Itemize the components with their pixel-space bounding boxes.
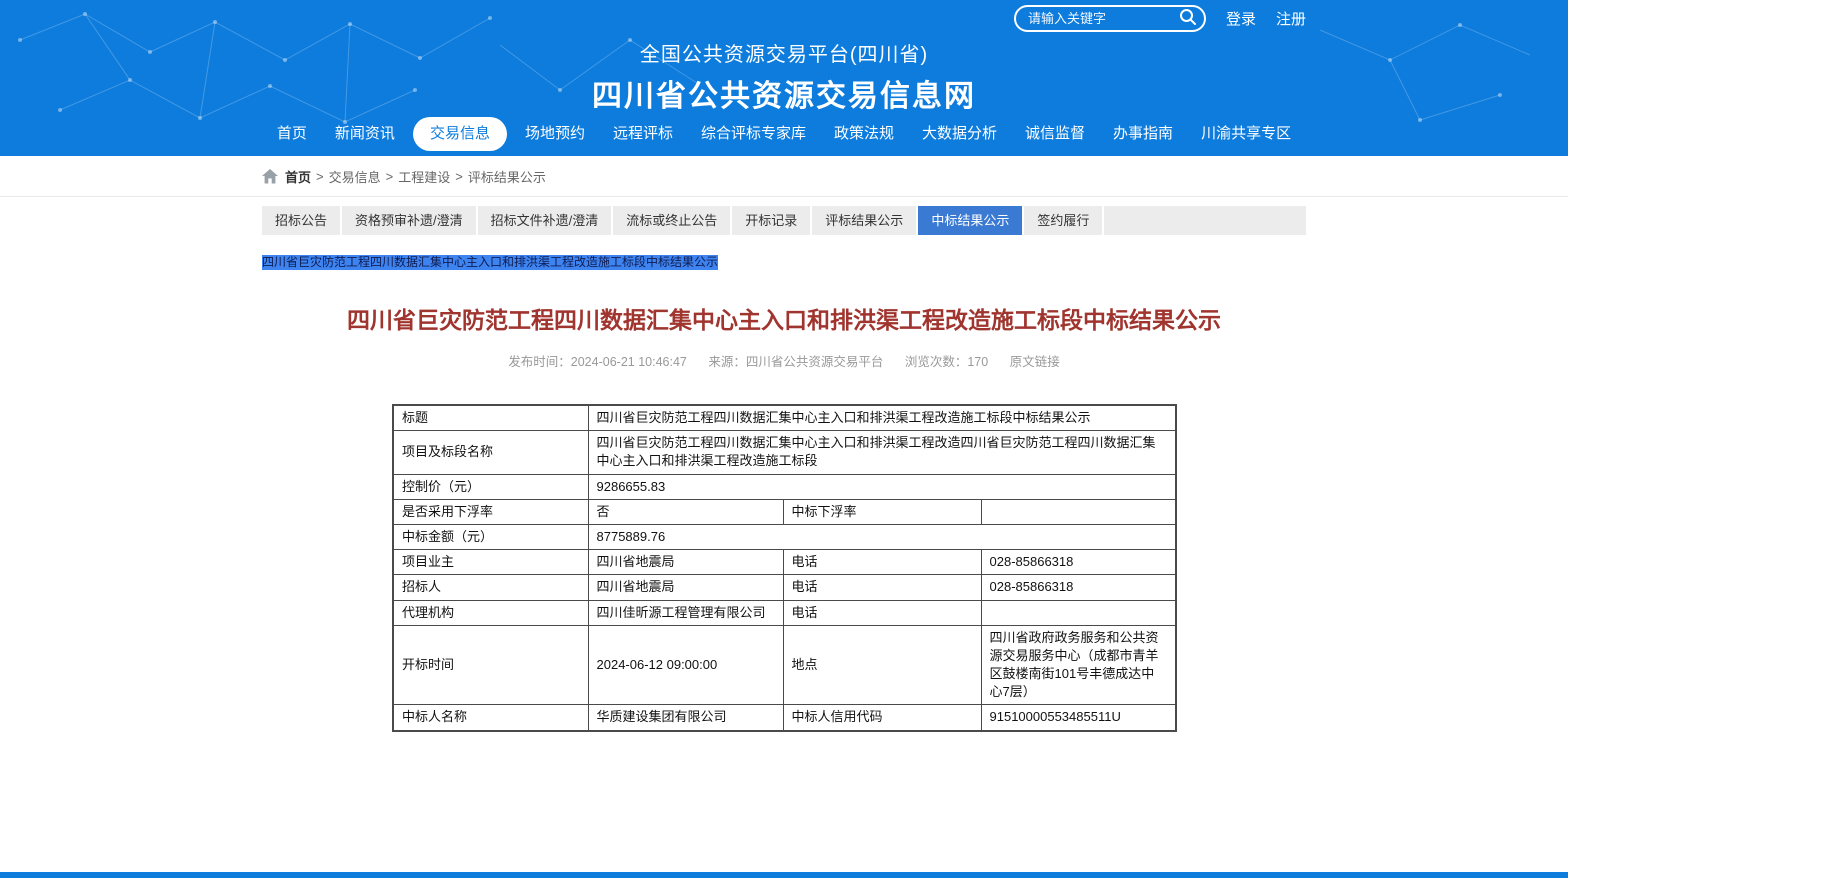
table-label-cell: 中标金额（元） [392, 523, 589, 551]
result-table-body: 标题 四川省巨灾防范工程四川数据汇集中心主入口和排洪渠工程改造施工标段中标结果公示… [392, 404, 1177, 732]
search-box[interactable] [1013, 5, 1206, 32]
table-value-cell [980, 599, 1177, 626]
nav-item[interactable]: 大数据分析 [912, 117, 1007, 151]
tab[interactable]: 评标结果公示 [812, 206, 919, 235]
home-icon [262, 168, 278, 184]
table-value-cell: 91510000553485511U [980, 704, 1177, 732]
breadcrumb-home[interactable]: 首页 [285, 167, 311, 186]
table-value-cell: 028-85866318 [980, 574, 1177, 601]
nav-item[interactable]: 办事指南 [1103, 117, 1183, 151]
viewport: 登录 注册 全国公共资源交易平台(四川省) 四川省公共资源交易信息网 首页新闻资… [0, 0, 1826, 878]
table-value-cell: 否 [587, 498, 784, 525]
table-value-cell: 四川省巨灾防范工程四川数据汇集中心主入口和排洪渠工程改造四川省巨灾防范工程四川数… [587, 430, 1177, 475]
table-row: 开标时间 2024-06-12 09:00:00 地点 四川省政府政务服务和公共资源交… [392, 624, 1177, 706]
header-titles: 全国公共资源交易平台(四川省) 四川省公共资源交易信息网 [0, 0, 1568, 115]
table-row: 是否采用下浮率否中标下浮率 [392, 498, 1177, 525]
search-input[interactable] [1027, 11, 1170, 26]
selected-result-link[interactable]: 四川省巨灾防范工程四川数据汇集中心主入口和排洪渠工程改造施工标段中标结果公示 [262, 255, 719, 270]
original-link[interactable]: 原文链接 [1010, 355, 1060, 369]
header-top-bar: 登录 注册 [1013, 5, 1306, 32]
table-row: 招标人 四川省地震局 电话 028-85866318 [392, 574, 1177, 601]
table-label-cell: 代理机构 [392, 599, 589, 626]
tab[interactable]: 资格预审补遗/澄清 [342, 206, 478, 235]
table-row: 项目及标段名称 四川省巨灾防范工程四川数据汇集中心主入口和排洪渠工程改造四川省巨灾… [392, 430, 1177, 475]
breadcrumb-item[interactable]: 交易信息 [329, 167, 381, 186]
table-label-cell: 招标人 [392, 574, 589, 601]
table-value-cell: 电话 [782, 599, 982, 626]
table-label-cell: 控制价（元） [392, 473, 589, 500]
source: 来源：四川省公共资源交易平台 [708, 355, 884, 369]
breadcrumb-separator: > [455, 168, 463, 184]
tab[interactable]: 签约履行 [1024, 206, 1105, 235]
search-icon [1179, 8, 1197, 29]
breadcrumb: 首页 > 交易信息 > 工程建设 > 评标结果公示 [262, 167, 546, 186]
tab[interactable]: 开标记录 [732, 206, 813, 235]
table-value-cell: 2024-06-12 09:00:00 [587, 624, 784, 706]
table-label-cell: 中标人名称 [392, 704, 589, 732]
nav-item[interactable]: 远程评标 [603, 117, 683, 151]
table-row: 中标金额（元） 8775889.76 [392, 523, 1177, 551]
table-label-cell: 是否采用下浮率 [392, 498, 589, 525]
table-value-cell: 四川省巨灾防范工程四川数据汇集中心主入口和排洪渠工程改造施工标段中标结果公示 [587, 404, 1177, 432]
publish-time: 发布时间：2024-06-21 10:46:47 [508, 355, 687, 369]
nav-item[interactable]: 诚信监督 [1015, 117, 1095, 151]
table-value-cell: 华质建设集团有限公司 [587, 704, 784, 732]
page: 登录 注册 全国公共资源交易平台(四川省) 四川省公共资源交易信息网 首页新闻资… [0, 0, 1568, 878]
site-title: 四川省公共资源交易信息网 [592, 80, 976, 113]
site-header: 登录 注册 全国公共资源交易平台(四川省) 四川省公共资源交易信息网 首页新闻资… [0, 0, 1568, 156]
nav-item[interactable]: 政策法规 [824, 117, 904, 151]
nav-item[interactable]: 综合评标专家库 [691, 117, 816, 151]
table-value-cell: 四川省地震局 [587, 549, 784, 576]
table-value-cell: 四川省政府政务服务和公共资源交易服务中心（成都市青羊区鼓楼南街101号丰德成达中… [980, 624, 1177, 706]
table-value-cell: 四川佳昕源工程管理有限公司 [587, 599, 784, 626]
nav-item[interactable]: 场地预约 [515, 117, 595, 151]
main-nav: 首页 新闻资讯 交易信息 场地预约 远程评标 综合评标专家库 政策法规 大数据分析 诚信监督 办事… [0, 117, 1568, 151]
footer-bar [0, 872, 1568, 878]
table-value-cell: 地点 [782, 624, 982, 706]
result-table: 标题 四川省巨灾防范工程四川数据汇集中心主入口和排洪渠工程改造施工标段中标结果公示… [392, 404, 1178, 732]
tab[interactable]: 招标公告 [262, 206, 343, 235]
table-value-cell: 中标人信用代码 [782, 704, 982, 732]
tab[interactable]: 招标文件补遗/澄清 [478, 206, 614, 235]
platform-title: 全国公共资源交易平台(四川省) [639, 44, 929, 66]
table-value-cell: 8775889.76 [587, 523, 1177, 551]
register-link[interactable]: 注册 [1276, 8, 1306, 29]
breadcrumb-separator: > [385, 168, 394, 184]
nav-item[interactable]: 新闻资讯 [325, 117, 405, 151]
table-row: 控制价（元） 9286655.83 [392, 473, 1177, 500]
table-label-cell: 项目业主 [392, 549, 589, 576]
table-label-cell: 标题 [392, 404, 589, 432]
category-tabs: 招标公告 资格预审补遗/澄清 招标文件补遗/澄清 流标或终止公告 开标记录 评标结果公示中… [262, 206, 1306, 235]
breadcrumb-item[interactable]: 评标结果公示 [468, 167, 546, 186]
breadcrumb-bar: 首页 > 交易信息 > 工程建设 > 评标结果公示 [0, 156, 1568, 197]
table-value-cell: 028-85866318 [980, 549, 1177, 576]
nav-item[interactable]: 川渝共享专区 [1191, 117, 1301, 151]
nav-item[interactable]: 首页 [267, 117, 317, 151]
table-row: 标题 四川省巨灾防范工程四川数据汇集中心主入口和排洪渠工程改造施工标段中标结果公示 [392, 404, 1177, 432]
table-value-cell: 9286655.83 [587, 473, 1177, 500]
login-link[interactable]: 登录 [1226, 8, 1256, 29]
breadcrumb-trail: > 交易信息 > 工程建设 > 评标结果公示 [316, 167, 546, 186]
table-row: 项目业主 四川省地震局 电话 028-85866318 [392, 549, 1177, 576]
content-container: 招标公告 资格预审补遗/澄清 招标文件补遗/澄清 流标或终止公告 开标记录 评标结果公示中… [262, 206, 1306, 732]
nav-item[interactable]: 交易信息 [412, 117, 507, 151]
table-label-cell: 开标时间 [392, 624, 589, 706]
search-button[interactable] [1179, 8, 1197, 29]
table-label-cell: 项目及标段名称 [392, 430, 589, 475]
table-value-cell: 四川省地震局 [587, 574, 784, 601]
view-count: 浏览次数：170 [904, 355, 989, 369]
table-value-cell: 中标下浮率 [782, 498, 982, 525]
table-row: 代理机构 四川佳昕源工程管理有限公司 电话 [392, 599, 1177, 626]
table-row: 中标人名称 华质建设集团有限公司 中标人信用代码 91510000553485511U [392, 704, 1177, 732]
table-value-cell: 电话 [782, 549, 982, 576]
table-value-cell: 电话 [782, 574, 982, 601]
article-meta: 发布时间：2024-06-21 10:46:47 来源：四川省公共资源交易平台 … [262, 351, 1306, 370]
breadcrumb-separator: > [316, 168, 324, 184]
breadcrumb-item[interactable]: 工程建设 [398, 167, 450, 186]
table-value-cell [980, 498, 1177, 525]
tab[interactable]: 中标结果公示 [918, 206, 1025, 235]
tab[interactable]: 流标或终止公告 [613, 206, 733, 235]
article-title: 四川省巨灾防范工程四川数据汇集中心主入口和排洪渠工程改造施工标段中标结果公示 [347, 307, 1221, 333]
